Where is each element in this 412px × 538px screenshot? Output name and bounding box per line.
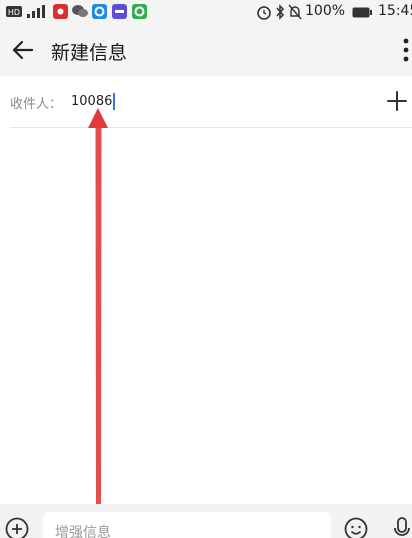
bluetooth-icon <box>276 4 285 20</box>
add-circle-icon <box>5 517 29 538</box>
clock: 15:45 <box>378 3 412 19</box>
more-options-button[interactable] <box>400 36 412 64</box>
purple-app-icon <box>112 4 127 19</box>
microphone-icon <box>394 517 410 536</box>
svg-text:HD: HD <box>8 8 20 17</box>
mute-icon <box>288 4 302 20</box>
alarm-icon <box>257 6 271 20</box>
message-input[interactable]: 增强信息 <box>43 512 331 538</box>
app-bar: 新建信息 <box>0 24 412 76</box>
message-placeholder: 增强信息 <box>55 525 111 538</box>
recipient-input[interactable]: 10086 <box>71 91 116 111</box>
page-title: 新建信息 <box>51 42 128 64</box>
voice-button[interactable] <box>392 514 412 538</box>
emoji-button[interactable] <box>343 516 369 538</box>
add-contact-button[interactable] <box>384 88 410 114</box>
plus-icon <box>387 91 407 111</box>
composer-bar: 增强信息 <box>0 504 412 538</box>
emoji-icon <box>344 517 368 538</box>
recipient-label: 收件人： <box>10 97 63 112</box>
battery-icon <box>352 7 372 18</box>
wechat-icon <box>72 5 88 17</box>
battery-percent: 100% <box>305 3 346 19</box>
divider <box>10 127 412 128</box>
recipient-value: 10086 <box>71 93 113 109</box>
hd-icon: HD <box>6 6 22 17</box>
signal-icon <box>27 5 45 18</box>
blue-app-icon <box>92 4 107 19</box>
text-caret <box>113 92 116 110</box>
recipient-row: 收件人： 10086 <box>0 76 412 128</box>
attach-button[interactable] <box>4 516 30 538</box>
new-message-screen: HD 100% 15:45 新建信息 收件人： 10086 <box>0 0 412 538</box>
green-app-icon <box>132 4 147 19</box>
more-vertical-icon <box>403 38 409 62</box>
arrow-left-icon <box>12 40 34 60</box>
back-button[interactable] <box>6 34 38 66</box>
status-bar: HD 100% 15:45 <box>0 0 412 24</box>
status-icons-right: 100% 15:45 <box>256 2 412 22</box>
notification-red-icon <box>53 4 68 19</box>
